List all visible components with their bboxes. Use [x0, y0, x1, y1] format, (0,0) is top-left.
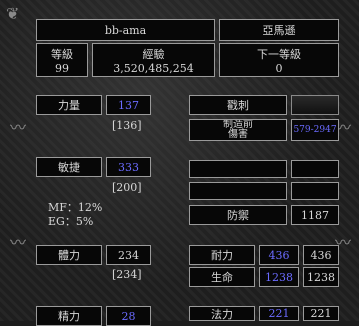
dexterity-value: 333	[118, 160, 139, 174]
next-level-field: 下一等級 0	[219, 43, 339, 77]
experience-value: 3,520,485,254	[113, 61, 194, 75]
character-class: 亞馬遜	[262, 24, 296, 37]
stamina-label: 耐力	[211, 249, 233, 262]
dexterity-label-field: 敏捷	[36, 157, 102, 177]
mana-max-field: 221	[303, 306, 339, 321]
corner-ornament-icon: ❦	[6, 4, 20, 23]
damage-value: 579-2947	[293, 125, 337, 135]
damage-label-line2: 傷害	[228, 129, 248, 140]
defense-value: 1187	[301, 208, 329, 222]
attack-skill-field[interactable]: 戳刺	[189, 95, 287, 115]
empty-stat-row-1-value	[291, 160, 339, 178]
level-field: 等級 99	[36, 43, 88, 77]
extra-gold-stat: EG：5%	[48, 215, 94, 228]
mana-max: 221	[310, 307, 332, 320]
defense-label: 防禦	[227, 209, 249, 222]
character-class-field: 亞馬遜	[219, 19, 339, 41]
next-level-label: 下一等級	[257, 47, 301, 61]
life-max-field: 1238	[303, 267, 339, 287]
dexterity-value-field: 333	[106, 157, 151, 177]
character-name: bb-ama	[104, 23, 147, 37]
experience-field: 經驗 3,520,485,254	[92, 43, 215, 77]
strength-base: [136]	[112, 119, 142, 132]
stamina-max: 436	[310, 248, 332, 262]
scroll-ornament-icon: 〰	[10, 118, 27, 137]
defense-label-field: 防禦	[189, 205, 287, 225]
experience-label: 經驗	[142, 47, 165, 61]
attack-skill-label: 戳刺	[227, 99, 249, 112]
scroll-ornament-icon: 〰	[10, 233, 27, 252]
empty-stat-row-2	[189, 182, 287, 200]
empty-stat-row-2-value	[291, 182, 339, 200]
damage-value-field: 579-2947	[291, 119, 339, 141]
vitality-label-field: 體力	[36, 245, 102, 265]
stamina-label-field: 耐力	[189, 245, 255, 265]
empty-stat-row-1	[189, 160, 287, 178]
strength-value: 137	[118, 98, 139, 112]
strength-label: 力量	[58, 99, 80, 112]
energy-label: 精力	[58, 310, 80, 323]
strength-value-field: 137	[106, 95, 151, 115]
vitality-label: 體力	[58, 249, 80, 262]
attack-skill-slot	[291, 95, 339, 115]
stamina-max-field: 436	[303, 245, 339, 265]
defense-value-field: 1187	[291, 205, 339, 225]
damage-label-field: 制造前 傷害	[189, 119, 287, 141]
vitality-value-field: 234	[106, 245, 151, 265]
level-value: 99	[55, 61, 69, 75]
life-current: 1238	[265, 270, 293, 284]
life-label: 生命	[211, 271, 233, 284]
mana-current: 221	[268, 307, 290, 320]
next-level-value: 0	[275, 61, 283, 75]
energy-value-field: 28	[106, 306, 151, 326]
dexterity-label: 敏捷	[58, 161, 80, 174]
strength-label-field: 力量	[36, 95, 102, 115]
stamina-current: 436	[268, 248, 290, 262]
stamina-current-field: 436	[259, 245, 299, 265]
level-label: 等級	[51, 47, 73, 61]
vitality-value: 234	[118, 248, 139, 262]
life-max: 1238	[307, 270, 335, 284]
character-name-field: bb-ama	[36, 19, 215, 41]
mana-label: 法力	[211, 307, 233, 321]
dexterity-base: [200]	[112, 181, 142, 194]
life-current-field: 1238	[259, 267, 299, 287]
mana-current-field: 221	[259, 306, 299, 321]
mana-label-field: 法力	[189, 306, 255, 321]
energy-label-field: 精力	[36, 306, 102, 326]
vitality-base: [234]	[112, 268, 142, 281]
life-label-field: 生命	[189, 267, 255, 287]
